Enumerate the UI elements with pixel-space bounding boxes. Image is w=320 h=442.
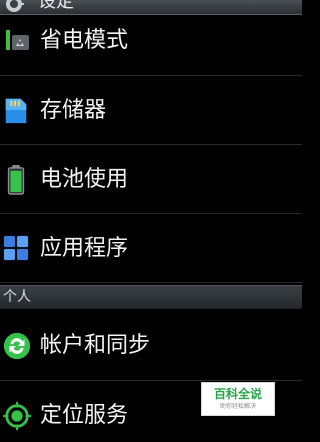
location-icon <box>2 401 32 431</box>
page-title: 设定 <box>38 0 74 12</box>
sync-icon <box>3 332 31 360</box>
settings-item-apps[interactable]: 应用程序 <box>0 214 302 283</box>
gear-icon <box>6 0 24 12</box>
section-label: 个人 <box>3 289 31 305</box>
settings-item-accounts-sync[interactable]: 帐户和同步 <box>0 309 302 381</box>
watermark-subtitle: 助你轻松解决 <box>219 403 256 410</box>
settings-item-label: 存储器 <box>40 98 107 123</box>
title-bar: 设定 <box>0 0 302 15</box>
settings-item-label: 电池使用 <box>40 167 129 192</box>
storage-icon <box>5 98 27 124</box>
battery-icon <box>7 165 25 195</box>
settings-item-label: 定位服务 <box>40 403 129 428</box>
settings-item-label: 省电模式 <box>40 28 129 53</box>
settings-item-storage[interactable]: 存储器 <box>0 76 302 145</box>
settings-item-label: 帐户和同步 <box>40 333 151 358</box>
apps-grid-icon <box>3 235 29 261</box>
watermark-logo: 百科全说 助你轻松解决 <box>201 382 275 416</box>
settings-item-label: 应用程序 <box>40 236 129 261</box>
section-header-personal: 个人 <box>0 285 302 309</box>
power-saving-icon <box>6 30 29 50</box>
settings-item-battery[interactable]: 电池使用 <box>0 145 302 214</box>
settings-item-power-saving[interactable]: 省电模式 <box>0 14 302 76</box>
watermark-title: 百科全说 <box>213 387 262 401</box>
